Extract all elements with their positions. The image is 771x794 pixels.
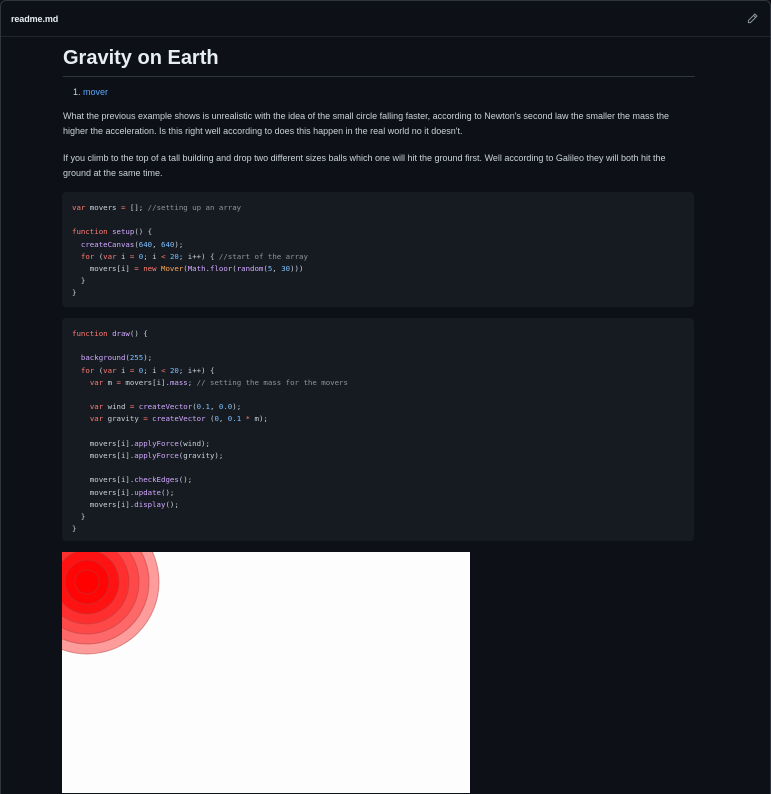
code-line: var gravity = createVector (0, 0.1 * m); [89,414,268,424]
code-line: movers[i] = new Mover(Math.floor(random(… [72,264,304,274]
code-line: } [72,524,77,534]
edit-file-button[interactable] [744,11,760,27]
markdown-body: Gravity on Earth mover What the previous… [63,43,695,181]
paragraph-2: If you climb to the top of a tall buildi… [63,153,666,178]
code-block-setup: var movers = []; //setting up an array f… [62,192,694,307]
code-line: movers[i].applyForce(gravity); [72,451,224,461]
code-line: function setup() { [72,227,153,237]
code-block-draw: function draw() { background(255); for (… [62,318,694,541]
toc-list: mover [63,87,695,97]
page-title: Gravity on Earth [63,43,695,77]
code-line: movers[i].checkEdges(); [72,475,193,485]
code-line: movers[i].display(); [72,499,179,509]
file-header: readme.md [1,1,770,37]
mover-link[interactable]: mover [83,87,108,97]
list-item: mover [83,87,695,97]
code-line: var wind = createVector(0.1, 0.0); [89,402,242,412]
falling-circles-graphic [62,552,160,655]
code-line: function draw() { [72,329,148,338]
pencil-icon [747,13,757,24]
code-line: } [72,276,86,286]
file-name: readme.md [11,13,59,24]
sketch-output-image [62,552,470,793]
code-line: background(255); [80,353,153,363]
code-line: } [72,512,86,522]
code-line: for (var i = 0; i < 20; i++) { //start o… [80,251,308,261]
code-line: var m = movers[i].mass; // setting the m… [89,377,348,387]
circle [74,569,100,595]
code-line: movers[i].applyForce(wind); [72,438,210,448]
code-line: createCanvas(640, 640); [80,239,184,249]
code-line: movers[i].update(); [72,487,175,497]
paragraph-1: What the previous example shows is unrea… [63,111,670,136]
code-line: var movers = []; //setting up an array [72,203,242,212]
code-line: } [72,288,77,298]
code-line: for (var i = 0; i < 20; i++) { [80,365,215,375]
